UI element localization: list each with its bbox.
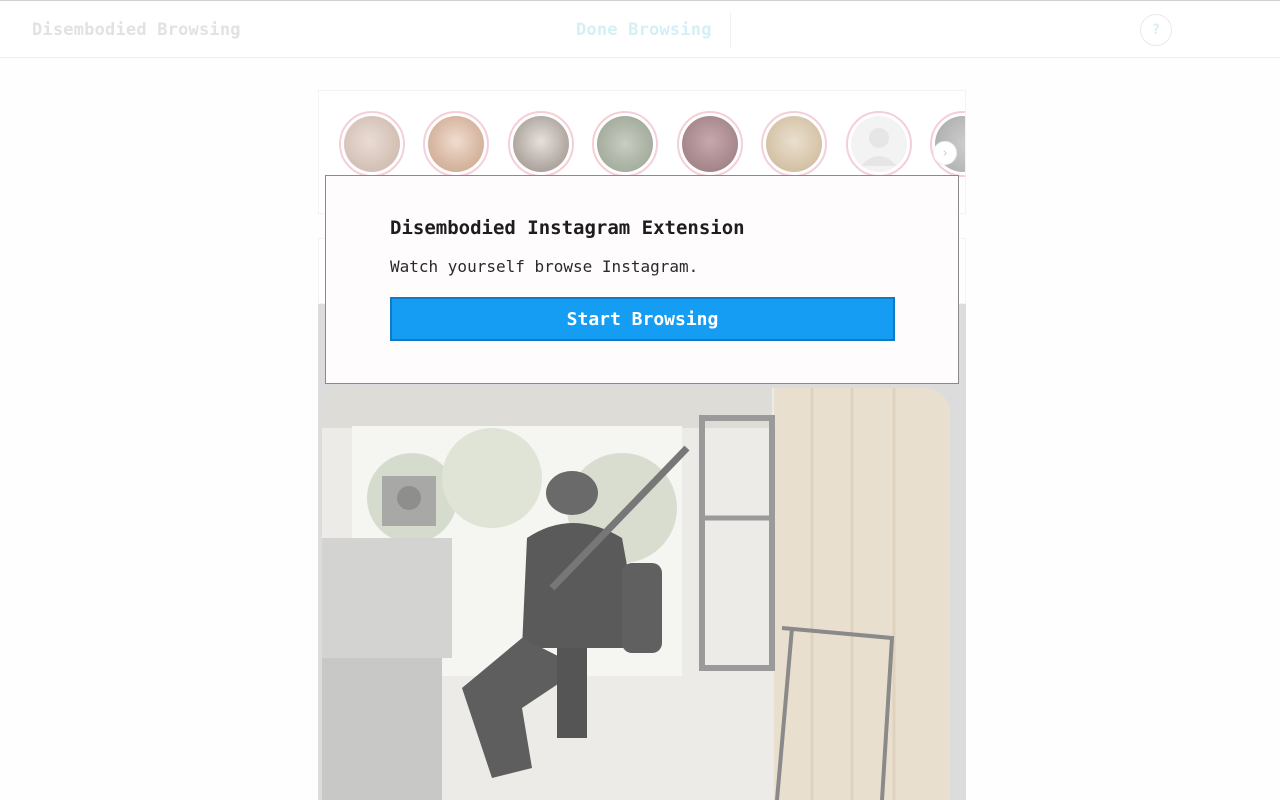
story-avatar[interactable] (677, 111, 743, 177)
stories-next-button[interactable]: › (933, 141, 957, 165)
brand-title: Disembodied Browsing (32, 20, 241, 40)
chevron-right-icon: › (941, 145, 949, 161)
default-avatar-icon (861, 128, 897, 166)
help-button[interactable]: ? (1140, 14, 1172, 46)
story-avatar[interactable] (592, 111, 658, 177)
story-avatar[interactable] (846, 111, 912, 177)
story-avatar[interactable] (339, 111, 405, 177)
story-avatar[interactable] (508, 111, 574, 177)
story-avatar[interactable] (423, 111, 489, 177)
story-avatar[interactable] (761, 111, 827, 177)
modal-subtitle: Watch yourself browse Instagram. (390, 257, 699, 276)
post-photo-illustration (322, 388, 950, 800)
modal-title: Disembodied Instagram Extension (390, 217, 745, 239)
done-browsing-button[interactable]: Done Browsing (576, 20, 712, 40)
extension-modal: Disembodied Instagram Extension Watch yo… (325, 175, 959, 384)
start-browsing-button[interactable]: Start Browsing (390, 297, 895, 341)
top-bar: Disembodied Browsing Done Browsing ? (0, 0, 1280, 58)
divider (730, 12, 731, 48)
post-image (322, 388, 950, 800)
